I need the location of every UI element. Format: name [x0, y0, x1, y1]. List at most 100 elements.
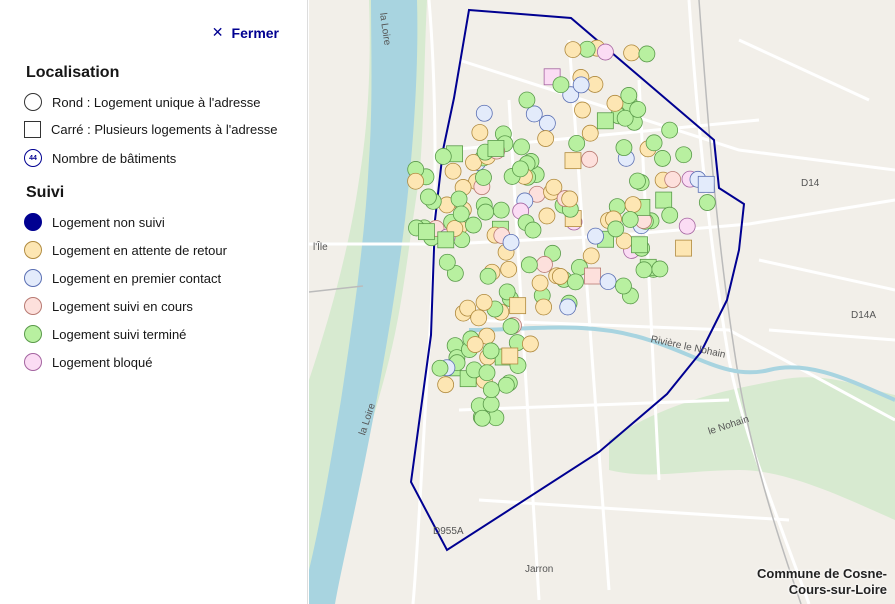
housing-circle-marker[interactable]: [431, 359, 449, 377]
status-dot-icon: [24, 241, 42, 259]
housing-circle-marker[interactable]: [513, 138, 530, 156]
housing-circle-marker[interactable]: [500, 260, 518, 278]
housing-circle-marker[interactable]: [465, 216, 482, 234]
housing-circle-marker[interactable]: [578, 40, 596, 58]
housing-circle-marker[interactable]: [568, 134, 586, 152]
housing-circle-marker[interactable]: [581, 124, 599, 142]
housing-circle-marker[interactable]: [615, 139, 633, 157]
housing-circle-marker[interactable]: [420, 188, 437, 206]
housing-square-marker[interactable]: [631, 236, 648, 254]
housing-circle-marker[interactable]: [675, 146, 693, 164]
housing-circle-marker[interactable]: [606, 94, 624, 112]
housing-circle-marker[interactable]: [437, 376, 455, 394]
housing-circle-marker[interactable]: [678, 217, 696, 235]
housing-circle-marker[interactable]: [661, 206, 679, 224]
housing-circle-marker[interactable]: [587, 227, 604, 245]
housing-circle-marker[interactable]: [535, 298, 553, 316]
housing-circle-marker[interactable]: [479, 267, 497, 285]
housing-square-marker[interactable]: [596, 112, 614, 130]
housing-circle-marker[interactable]: [621, 211, 639, 228]
housing-circle-marker[interactable]: [531, 274, 549, 292]
housing-circle-marker[interactable]: [623, 44, 641, 62]
housing-circle-marker[interactable]: [444, 162, 462, 180]
housing-circle-marker[interactable]: [497, 376, 515, 394]
housing-circle-marker[interactable]: [607, 220, 625, 238]
localisation-title: Localisation: [26, 64, 120, 81]
housing-circle-marker[interactable]: [475, 293, 493, 311]
housing-square-marker[interactable]: [509, 297, 527, 315]
legend-item-square: Carré : Plusieurs logements à l'adresse: [24, 121, 277, 138]
housing-square-marker[interactable]: [418, 223, 435, 241]
housing-circle-marker[interactable]: [536, 256, 553, 273]
map-label: D14A: [851, 310, 876, 321]
housing-circle-marker[interactable]: [552, 76, 570, 94]
housing-circle-marker[interactable]: [473, 409, 491, 427]
housing-circle-marker[interactable]: [434, 148, 452, 165]
housing-circle-marker[interactable]: [661, 121, 679, 139]
housing-circle-marker[interactable]: [492, 201, 510, 219]
housing-circle-marker[interactable]: [502, 318, 520, 335]
housing-circle-marker[interactable]: [574, 101, 591, 119]
housing-circle-marker[interactable]: [452, 205, 470, 223]
housing-circle-marker[interactable]: [567, 273, 584, 291]
housing-circle-marker[interactable]: [599, 273, 617, 291]
housing-circle-marker[interactable]: [538, 207, 556, 225]
housing-circle-marker[interactable]: [597, 43, 614, 61]
housing-circle-marker[interactable]: [524, 221, 542, 239]
housing-circle-marker[interactable]: [450, 190, 468, 208]
housing-square-marker[interactable]: [487, 140, 505, 157]
legend-label: Logement non suivi: [52, 214, 165, 230]
housing-circle-marker[interactable]: [512, 160, 529, 178]
housing-circle-marker[interactable]: [477, 203, 495, 221]
housing-circle-marker[interactable]: [629, 101, 647, 118]
legend-label: Logement en attente de retour: [52, 242, 227, 258]
housing-square-marker[interactable]: [584, 267, 601, 285]
housing-circle-marker[interactable]: [475, 169, 492, 186]
housing-circle-marker[interactable]: [525, 105, 543, 123]
housing-circle-marker[interactable]: [624, 196, 642, 213]
housing-circle-marker[interactable]: [615, 277, 632, 295]
housing-circle-marker[interactable]: [664, 171, 682, 188]
housing-circle-marker[interactable]: [698, 194, 716, 211]
housing-circle-marker[interactable]: [537, 130, 555, 147]
housing-circle-marker[interactable]: [635, 261, 653, 279]
housing-square-marker[interactable]: [437, 231, 455, 249]
housing-circle-marker[interactable]: [470, 309, 488, 327]
housing-circle-marker[interactable]: [581, 150, 599, 168]
housing-circle-marker[interactable]: [475, 104, 493, 122]
housing-circle-marker[interactable]: [629, 172, 646, 190]
housing-circle-marker[interactable]: [466, 336, 484, 353]
legend-label: Logement bloqué: [52, 354, 153, 370]
housing-circle-marker[interactable]: [582, 247, 600, 265]
housing-circle-marker[interactable]: [572, 76, 590, 94]
housing-square-marker[interactable]: [655, 191, 673, 209]
housing-circle-marker[interactable]: [651, 260, 669, 278]
housing-circle-marker[interactable]: [551, 268, 569, 285]
map[interactable]: la Loire l'Île la Loire D14 D14A Rivière…: [309, 0, 895, 604]
housing-circle-marker[interactable]: [482, 342, 500, 360]
housing-circle-marker[interactable]: [482, 381, 500, 399]
housing-square-marker[interactable]: [501, 347, 519, 365]
housing-circle-marker[interactable]: [539, 114, 556, 132]
housing-circle-marker[interactable]: [645, 134, 663, 152]
housing-circle-marker[interactable]: [654, 150, 671, 167]
housing-circle-marker[interactable]: [482, 395, 500, 413]
map-canvas[interactable]: la Loire l'Île la Loire D14 D14A Rivière…: [309, 0, 895, 604]
housing-circle-marker[interactable]: [520, 256, 538, 274]
housing-circle-marker[interactable]: [518, 91, 536, 109]
housing-circle-marker[interactable]: [564, 41, 582, 59]
housing-circle-marker[interactable]: [521, 335, 539, 353]
housing-circle-marker[interactable]: [559, 298, 577, 316]
housing-square-marker[interactable]: [564, 152, 582, 170]
housing-circle-marker[interactable]: [561, 190, 579, 208]
housing-circle-marker[interactable]: [407, 172, 424, 190]
housing-circle-marker[interactable]: [638, 45, 656, 63]
housing-square-marker[interactable]: [697, 175, 715, 193]
housing-circle-marker[interactable]: [620, 87, 638, 104]
close-button[interactable]: ✕ Fermer: [212, 24, 279, 41]
housing-square-marker[interactable]: [675, 239, 692, 257]
housing-circle-marker[interactable]: [502, 233, 520, 251]
housing-circle-marker[interactable]: [478, 364, 496, 382]
housing-circle-marker[interactable]: [438, 253, 456, 271]
housing-circle-marker[interactable]: [471, 124, 489, 141]
